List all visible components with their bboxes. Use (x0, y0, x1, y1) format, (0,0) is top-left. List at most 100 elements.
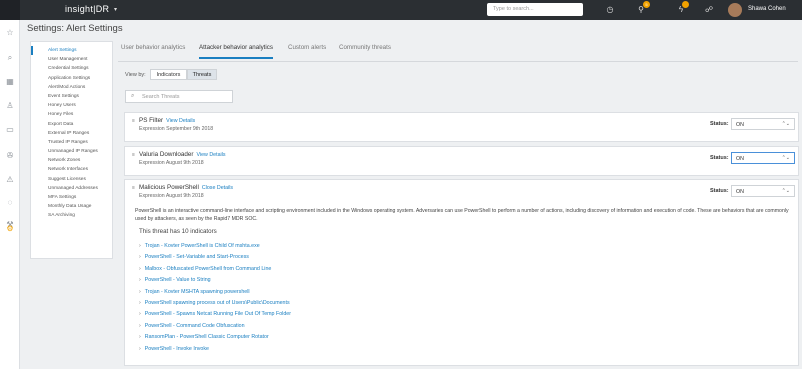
chevron-right-icon: › (139, 299, 141, 306)
users-icon[interactable]: ♙ (5, 101, 15, 111)
drag-handle-icon[interactable]: ≡ (132, 185, 135, 191)
home-menu-button[interactable] (0, 0, 20, 20)
activity-badge (682, 1, 689, 8)
menu-item-alert-settings[interactable]: Alert Settings (31, 46, 112, 56)
tab-custom-alerts[interactable]: Custom alerts (288, 44, 326, 57)
product-switcher-chevron-icon[interactable]: ▾ (114, 6, 117, 13)
indicator-item[interactable]: › PowerShell - Spawns Netcat Running File… (139, 311, 291, 322)
menu-item[interactable]: Honey Files (31, 110, 112, 119)
menu-item[interactable]: Honey Users (31, 101, 112, 110)
chevron-right-icon: › (139, 322, 141, 329)
threat-card: ≡ Valuria Downloader View Details Express… (124, 146, 799, 176)
indicator-item[interactable]: › Trojan - Kovter PowerShell is Child Of … (139, 243, 291, 254)
tab-community-threats[interactable]: Community threats (339, 44, 391, 57)
indicator-item[interactable]: › PowerShell - Invoke Invoke (139, 346, 291, 357)
threat-card-expanded: ≡ Malicious PowerShell Close Details Expr… (124, 179, 799, 366)
threat-search-input[interactable]: ⌕ Search Threats (125, 90, 233, 103)
tab-divider (118, 61, 798, 62)
status-value: ON (736, 122, 744, 128)
status-label: Status: (710, 121, 729, 127)
settings-gear-icon[interactable]: ⚙ (5, 224, 15, 234)
indicator-label: PowerShell - Invoke Invoke (144, 345, 209, 352)
global-search-input[interactable]: Type to search... (487, 3, 583, 16)
close-details-link[interactable]: Close Details (202, 185, 233, 191)
indicator-count-heading: This threat has 10 indicators (139, 228, 217, 235)
tab-user-behavior-analytics[interactable]: User behavior analytics (121, 44, 185, 57)
menu-item[interactable]: Network Interfaces (31, 165, 112, 174)
folder-icon[interactable] (5, 202, 15, 212)
threat-title: PS Filter View Details (139, 117, 195, 124)
indicator-item[interactable]: › PowerShell - Command Code Obfuscation (139, 323, 291, 334)
status-select[interactable]: ON ⌃⌄ (731, 185, 795, 197)
app-logo: insight|DR (65, 4, 110, 14)
user-name[interactable]: Shawa Cohen (748, 6, 786, 12)
menu-item[interactable]: Trusted IP Ranges (31, 138, 112, 147)
view-details-link[interactable]: View Details (197, 152, 226, 158)
threat-card: ≡ PS Filter View Details Expression Septe… (124, 112, 799, 142)
threat-title: Malicious PowerShell Close Details (139, 184, 233, 191)
indicator-item[interactable]: › Malbox - Obfuscated PowerShell from Com… (139, 266, 291, 277)
monitor-icon[interactable]: ▭ (5, 125, 15, 135)
menu-item[interactable]: Network Zones (31, 156, 112, 165)
status-select[interactable]: ON ⌃⌄ (731, 118, 795, 130)
star-icon[interactable]: ☆ (5, 28, 15, 38)
menu-item[interactable]: Monthly Data Usage (31, 202, 112, 211)
chevron-down-icon: ⌃⌄ (781, 188, 790, 194)
menu-item[interactable]: MFA Settings (31, 193, 112, 202)
indicator-item[interactable]: › RansomPlan - PowerShell Classic Compute… (139, 334, 291, 345)
search-icon[interactable]: ⌕ (5, 53, 15, 63)
tab-attacker-behavior-analytics[interactable]: Attacker behavior analytics (199, 44, 273, 59)
menu-item[interactable]: User Management (31, 55, 112, 64)
indicator-label: PowerShell - Spawns Netcat Running File … (144, 311, 291, 318)
indicator-item[interactable]: › PowerShell spawning process out of User… (139, 300, 291, 311)
threat-expression: Expression August 9th 2018 (139, 160, 204, 166)
menu-item[interactable]: Unmanaged IP Ranges (31, 147, 112, 156)
indicator-label: RansomPlan - PowerShell Classic Computer… (144, 334, 269, 341)
chevron-down-icon: ⌃⌄ (781, 155, 790, 161)
menu-item[interactable]: External IP Ranges (31, 129, 112, 138)
chevron-right-icon: › (139, 277, 141, 284)
indicator-label: PowerShell - Value to String (144, 277, 211, 284)
chevron-down-icon: ⌃⌄ (781, 121, 790, 127)
menu-item[interactable]: SA Archiving (31, 211, 112, 220)
clock-icon[interactable]: ◷ (604, 4, 616, 16)
indicator-label: Trojan - Kovter MSHTA spawning powershel… (144, 288, 250, 295)
status-label: Status: (710, 188, 729, 194)
indicator-item[interactable]: › Trojan - Kovter MSHTA spawning powershe… (139, 289, 291, 300)
chevron-right-icon: › (139, 243, 141, 249)
indicator-label: PowerShell spawning process out of Users… (144, 299, 290, 306)
threat-search-placeholder: Search Threats (142, 94, 180, 100)
menu-item[interactable]: Alert/Mod Actions (31, 83, 112, 92)
menu-item[interactable]: Unmanaged Addresses (31, 184, 112, 193)
status-value: ON (736, 156, 744, 162)
indicator-label: PowerShell - Command Code Obfuscation (144, 322, 245, 329)
menu-item[interactable]: Credential Settings (31, 64, 112, 73)
view-by-indicators-button[interactable]: Indicators (150, 69, 187, 80)
view-by-threats-button[interactable]: Threats (187, 69, 217, 80)
indicator-label: PowerShell - Set-Variable and Start-Proc… (144, 254, 249, 261)
chevron-right-icon: › (139, 254, 141, 261)
drag-handle-icon[interactable]: ≡ (132, 152, 135, 158)
threat-expression: Expression September 9th 2018 (139, 126, 214, 132)
indicator-item[interactable]: › PowerShell - Value to String (139, 277, 291, 288)
indicator-list: › Trojan - Kovter PowerShell is Child Of … (139, 243, 291, 357)
chevron-right-icon: › (139, 265, 141, 272)
status-select[interactable]: ON ⌃⌄ (731, 152, 795, 164)
tools-icon[interactable]: ✇ (5, 151, 15, 161)
menu-item[interactable]: Export Data (31, 120, 112, 129)
threat-expression: Expression August 9th 2018 (139, 193, 204, 199)
menu-item[interactable]: Suggest Licenses (31, 175, 112, 184)
user-avatar[interactable] (728, 3, 742, 17)
menu-item[interactable]: Application Settings (31, 74, 112, 83)
view-by-label: View by: (125, 72, 146, 78)
alert-icon[interactable]: ⚠ (5, 175, 15, 185)
chevron-right-icon: › (139, 288, 141, 295)
search-icon: ⌕ (131, 93, 135, 99)
dashboard-icon[interactable]: ▦ (5, 77, 15, 87)
menu-item[interactable]: Event Settings (31, 92, 112, 101)
chat-icon[interactable]: ☍ (703, 4, 715, 16)
view-details-link[interactable]: View Details (166, 118, 195, 124)
drag-handle-icon[interactable]: ≡ (132, 118, 135, 124)
indicator-item[interactable]: › PowerShell - Set-Variable and Start-Pro… (139, 254, 291, 265)
left-nav-rail: ☆ ⌕ ▦ ♙ ▭ ✇ ⚠ ◌ ⚒ ⚙ (0, 20, 20, 369)
